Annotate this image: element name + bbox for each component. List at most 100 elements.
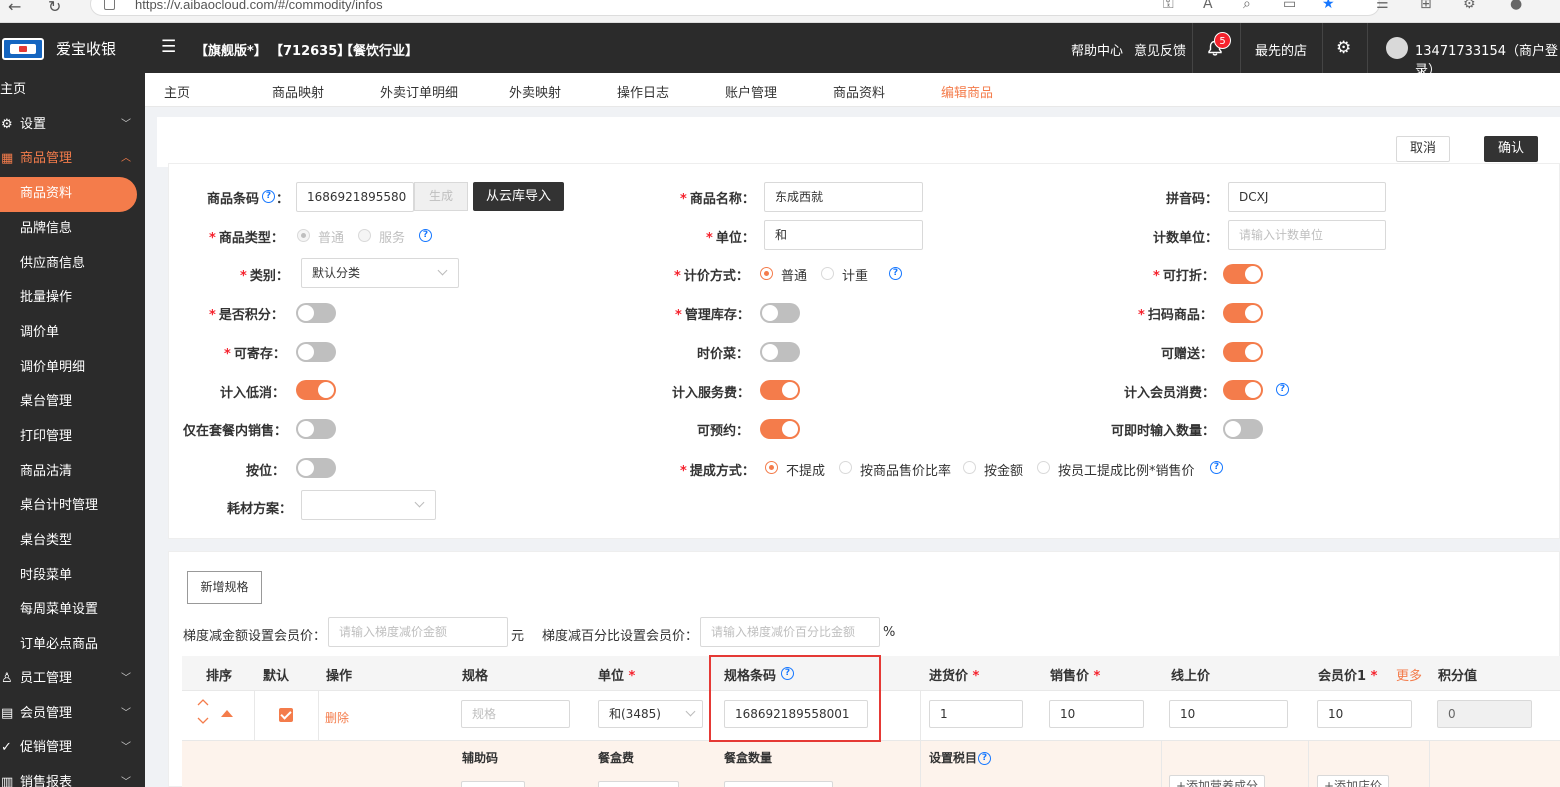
store-name[interactable]: 最先的店 xyxy=(1255,40,1307,59)
giftable-switch[interactable] xyxy=(1223,342,1263,362)
favorites-icon[interactable]: ☰ xyxy=(1376,0,1389,12)
tab-operation-log[interactable]: 操作日志 xyxy=(617,82,669,101)
tab-goods-mapping[interactable]: 商品映射 xyxy=(272,82,324,101)
help-icon[interactable]: ? xyxy=(1210,461,1223,474)
sidebar-item-goods-management[interactable]: ▦ 商品管理 ︿ xyxy=(0,142,145,176)
box-fee-input[interactable] xyxy=(598,781,679,787)
more-link[interactable]: 更多 xyxy=(1396,665,1422,684)
read-aloud-icon[interactable]: A xyxy=(1203,0,1213,12)
barcode-input[interactable]: 1686921895580 xyxy=(296,182,414,212)
service-fee-switch[interactable] xyxy=(760,380,800,400)
instant-qty-switch[interactable] xyxy=(1223,419,1263,439)
split-screen-icon[interactable]: ▭ xyxy=(1283,0,1296,12)
unit-input[interactable]: 和 xyxy=(764,220,923,250)
seasonal-switch[interactable] xyxy=(760,342,800,362)
pricing-weight-radio[interactable] xyxy=(821,267,834,280)
sidebar-item-supplier[interactable]: 供应商信息 xyxy=(0,247,145,281)
sidebar-item-settings[interactable]: ⚙ 设置 ﹀ xyxy=(0,108,145,142)
help-icon[interactable]: ? xyxy=(978,752,991,765)
sort-arrows-icon[interactable] xyxy=(196,698,210,728)
sidebar-item-staff[interactable]: ♙ 员工管理 ﹀ xyxy=(0,662,145,696)
sidebar-item-batch[interactable]: 批量操作 xyxy=(0,281,145,315)
stock-switch[interactable] xyxy=(760,303,800,323)
goods-name-input[interactable]: 东成西就 xyxy=(764,182,923,212)
collections-icon[interactable]: ⊞ xyxy=(1420,0,1432,12)
sidebar-item-table-mgmt[interactable]: 桌台管理 xyxy=(0,385,145,419)
help-icon[interactable]: ? xyxy=(419,229,432,242)
sidebar-item-weekly-menu[interactable]: 每周菜单设置 xyxy=(0,593,145,627)
combo-only-switch[interactable] xyxy=(296,419,336,439)
pricing-normal-radio[interactable] xyxy=(760,267,773,280)
online-price-input[interactable]: 10 xyxy=(1169,700,1288,728)
sidebar-item-print-mgmt[interactable]: 打印管理 xyxy=(0,420,145,454)
spec-name-input[interactable]: 规格 xyxy=(461,700,570,728)
tier-percent-input[interactable]: 请输入梯度减价百分比金额 xyxy=(700,617,880,647)
help-icon[interactable]: ? xyxy=(262,190,275,203)
box-qty-input[interactable] xyxy=(724,781,833,787)
help-icon[interactable]: ? xyxy=(889,267,902,280)
url-text[interactable]: https://v.aibaocloud.com/#/commodity/inf… xyxy=(135,0,383,12)
commission-price-ratio-radio[interactable] xyxy=(839,461,852,474)
type-normal-radio[interactable] xyxy=(297,229,310,242)
tab-takeout-mapping[interactable]: 外卖映射 xyxy=(509,82,561,101)
member-consume-switch[interactable] xyxy=(1223,380,1263,400)
commission-staff-ratio-radio[interactable] xyxy=(1037,461,1050,474)
sidebar-item-required-goods[interactable]: 订单必点商品 xyxy=(0,628,145,662)
confirm-button[interactable]: 确认 xyxy=(1484,136,1538,162)
help-center-link[interactable]: 帮助中心 xyxy=(1071,40,1123,59)
key-icon[interactable]: ⚿ xyxy=(1163,0,1174,12)
sidebar-item-member[interactable]: ▤ 会员管理 ﹀ xyxy=(0,697,145,731)
tab-edit-goods[interactable]: 编辑商品 xyxy=(941,82,993,101)
count-unit-input[interactable]: 请输入计数单位 xyxy=(1228,220,1386,250)
member-price-input[interactable]: 10 xyxy=(1317,700,1412,728)
menu-toggle-icon[interactable]: ☰ xyxy=(161,37,176,57)
cloud-import-button[interactable]: 从云库导入 xyxy=(473,182,564,211)
sale-price-input[interactable]: 10 xyxy=(1049,700,1144,728)
profile-icon[interactable]: ● xyxy=(1510,0,1522,12)
storable-switch[interactable] xyxy=(296,342,336,362)
commission-amount-radio[interactable] xyxy=(963,461,976,474)
sidebar-item-promotion[interactable]: ✓ 促销管理 ﹀ xyxy=(0,731,145,765)
points-switch[interactable] xyxy=(296,303,336,323)
sidebar-item-home[interactable]: 主页 xyxy=(0,73,145,107)
sidebar-item-period-menu[interactable]: 时段菜单 xyxy=(0,559,145,593)
generate-button[interactable]: 生成 xyxy=(414,182,468,211)
add-nutrition-button[interactable]: +添加营养成分 xyxy=(1169,775,1266,787)
move-top-icon[interactable] xyxy=(220,708,234,718)
reservable-switch[interactable] xyxy=(760,419,800,439)
sidebar-item-sold-out[interactable]: 商品沽清 xyxy=(0,455,145,489)
help-icon[interactable]: ? xyxy=(1276,383,1289,396)
zoom-icon[interactable]: ⌕ xyxy=(1243,0,1251,12)
category-select[interactable]: 默认分类 xyxy=(301,258,459,288)
min-consume-switch[interactable] xyxy=(296,380,336,400)
gear-icon[interactable]: ⚙ xyxy=(1336,38,1351,58)
scan-goods-switch[interactable] xyxy=(1223,303,1263,323)
delete-link[interactable]: 删除 xyxy=(325,709,349,726)
type-service-radio[interactable] xyxy=(358,229,371,242)
page-info-icon[interactable] xyxy=(104,0,115,10)
sidebar-item-table-timer[interactable]: 桌台计时管理 xyxy=(0,489,145,523)
sidebar-item-price-adjust[interactable]: 调价单 xyxy=(0,316,145,350)
by-seat-switch[interactable] xyxy=(296,458,336,478)
tab-home[interactable]: 主页 xyxy=(164,82,190,101)
pinyin-input[interactable]: DCXJ xyxy=(1228,182,1386,212)
sidebar-item-brand[interactable]: 品牌信息 xyxy=(0,212,145,246)
purchase-price-input[interactable]: 1 xyxy=(929,700,1023,728)
tab-takeout-orders[interactable]: 外卖订单明细 xyxy=(380,82,458,101)
aux-code-input[interactable] xyxy=(461,781,525,787)
sidebar-item-goods-info[interactable]: 商品资料 xyxy=(0,177,145,211)
discountable-switch[interactable] xyxy=(1223,264,1263,284)
sidebar-item-price-adjust-detail[interactable]: 调价单明细 xyxy=(0,351,145,385)
back-icon[interactable]: ← xyxy=(8,0,21,15)
reload-icon[interactable]: ↻ xyxy=(48,0,61,15)
feedback-link[interactable]: 意见反馈 xyxy=(1134,40,1186,59)
sidebar-item-table-type[interactable]: 桌台类型 xyxy=(0,524,145,558)
favorite-star-icon[interactable]: ★ xyxy=(1322,0,1335,12)
commission-none-radio[interactable] xyxy=(765,461,778,474)
tier-amount-input[interactable]: 请输入梯度减价金额 xyxy=(328,617,508,647)
tab-goods-info[interactable]: 商品资料 xyxy=(833,82,885,101)
sidebar-item-sales-report[interactable]: ▥ 销售报表 ﹀ xyxy=(0,766,145,787)
default-checkbox[interactable] xyxy=(279,708,293,722)
add-spec-button[interactable]: 新增规格 xyxy=(187,571,262,604)
points-value-input[interactable]: 0 xyxy=(1437,700,1532,728)
